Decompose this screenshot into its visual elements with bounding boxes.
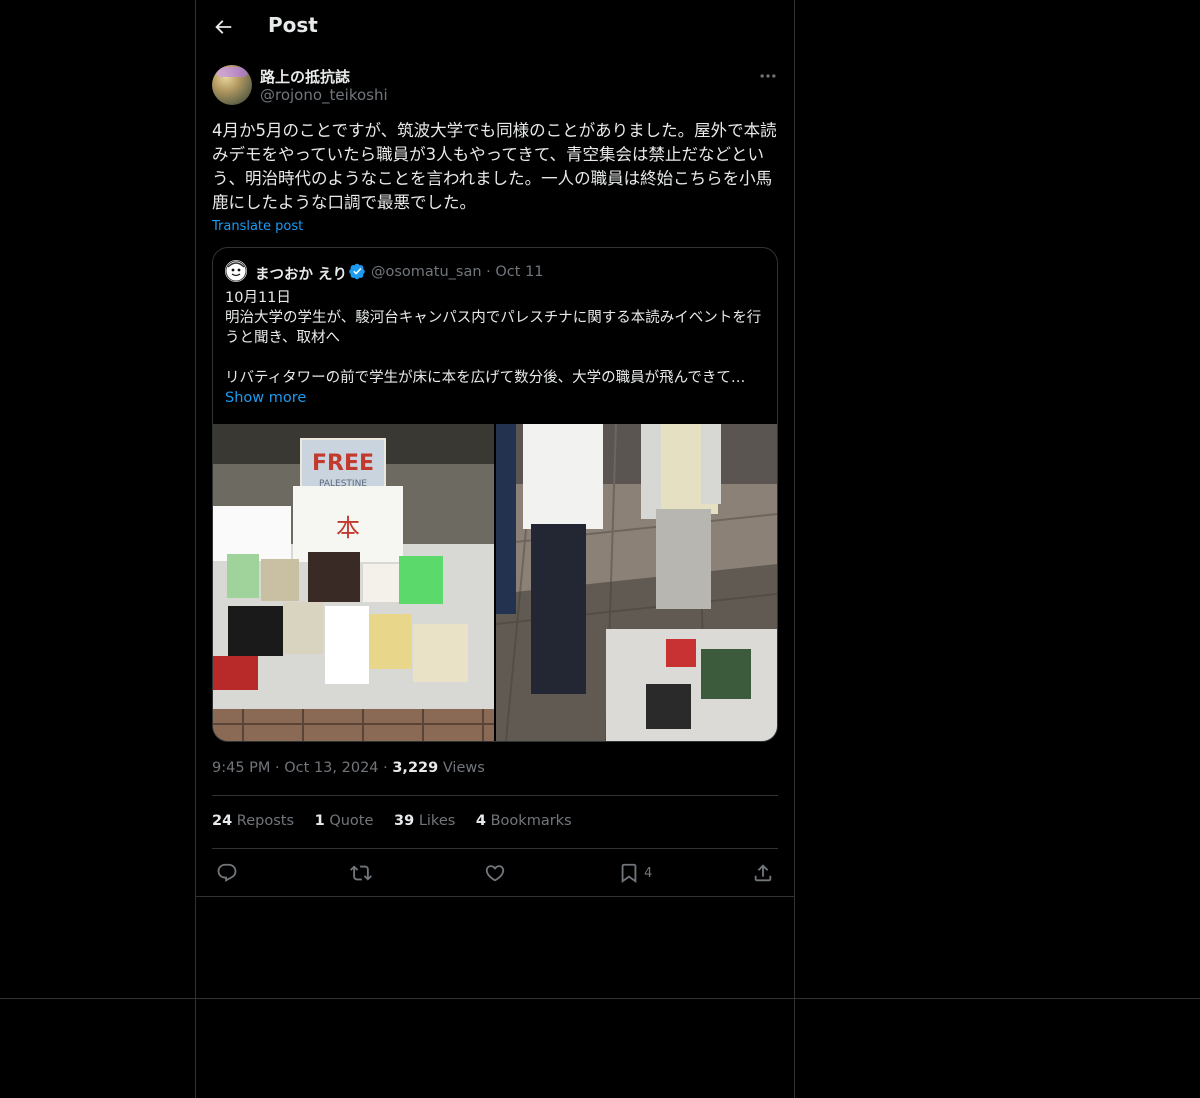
author-handle[interactable]: @rojono_teikoshi [260,86,388,104]
photo-staff-confrontation[interactable] [496,424,777,741]
quoted-author-handle: @osomatu_san [371,264,482,280]
engagement-stats: 24 Reposts 1 Quote 39 Likes 4 Bookmarks [212,813,588,829]
quoted-author-name: まつおか えり [255,267,348,283]
bookmarks-stat[interactable]: 4 Bookmarks [476,813,572,829]
post-text: 4月か5月のことですが、筑波大学でも同様のことがありました。屋外で本読みデモをや… [212,121,777,212]
show-more-link[interactable]: Show more [225,390,306,406]
divider [212,795,778,796]
repost-button[interactable] [350,862,372,884]
post-date[interactable]: Oct 13, 2024 [284,760,378,776]
bookmark-button[interactable]: 4 [618,862,652,884]
action-bar: 4 [196,849,794,897]
photo-books-display[interactable]: FREE PALESTINE 本 [213,424,494,741]
views-label: Views [442,760,485,776]
quoted-author-avatar [225,260,247,282]
back-arrow-icon[interactable] [212,16,234,38]
separator-dot: · [275,760,285,776]
divider [196,896,794,897]
translate-post-link[interactable]: Translate post [212,219,303,234]
quoted-post[interactable]: まつおか えり @osomatu_san · Oct 11 10月11日 明治大… [212,247,778,742]
bookmark-icon [621,863,637,884]
column-border-left [195,0,196,1098]
separator-dot: · [486,264,496,280]
verified-icon [349,263,365,280]
reply-button[interactable] [216,862,238,884]
column-border-right [794,0,795,1098]
top-bar: Post [196,0,794,53]
separator-dot: · [383,760,393,776]
reply-icon [217,863,237,882]
svg-text:FREE: FREE [312,451,374,476]
author-avatar[interactable] [212,65,252,105]
page-title: Post [268,13,318,37]
more-icon[interactable] [758,66,778,86]
like-button[interactable] [484,862,506,884]
view-count: 3,229 [392,760,439,776]
like-icon [485,865,505,882]
post-meta: 9:45 PM · Oct 13, 2024 · 3,229 Views [212,760,485,776]
quoted-line: 10月11日 [225,290,291,306]
repost-icon [350,865,372,881]
reposts-stat[interactable]: 24 Reposts [212,813,294,829]
share-icon [754,864,772,882]
footer-divider [0,998,1200,999]
post-time[interactable]: 9:45 PM [212,760,270,776]
share-button[interactable] [752,862,774,884]
bookmark-count: 4 [644,865,653,881]
svg-text:本: 本 [336,514,360,542]
quoted-text: 10月11日 明治大学の学生が、駿河台キャンパス内でパレスチナに関する本読みイベ… [225,288,765,408]
quoted-blank-line [225,348,765,368]
quoted-line: リバティタワーの前で学生が床に本を広げて数分後、大学の職員が飛んできて… [225,370,746,386]
author-name[interactable]: 路上の抵抗誌 [260,66,350,87]
quoted-date: Oct 11 [495,264,544,280]
quoted-author-handle-date: @osomatu_san · Oct 11 [371,264,544,280]
quoted-line: 明治大学の学生が、駿河台キャンパス内でパレスチナに関する本読みイベントを行うと聞… [225,310,762,346]
likes-stat[interactable]: 39 Likes [394,813,455,829]
quotes-stat[interactable]: 1 Quote [315,813,374,829]
quoted-photos: FREE PALESTINE 本 [213,424,777,741]
